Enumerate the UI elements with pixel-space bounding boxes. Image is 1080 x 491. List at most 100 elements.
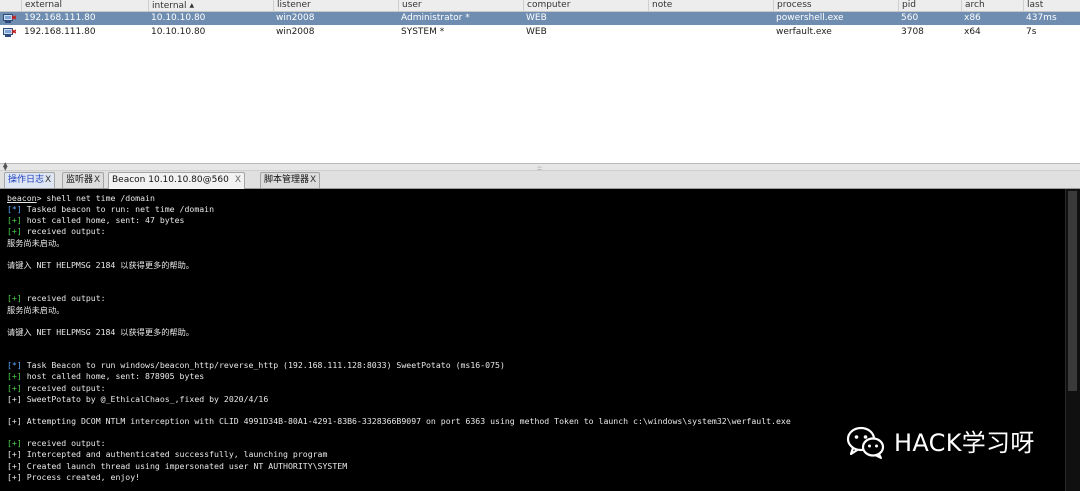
- console-line-tag: [+]: [7, 438, 22, 449]
- console-line-tag: [+]: [7, 460, 22, 471]
- console-line-tag: [+]: [7, 215, 22, 226]
- console-line-text: received output:: [21, 293, 106, 304]
- console-line: 请键入 NET HELPMSG 2184 以获得更多的帮助。: [7, 327, 194, 338]
- cell-process: powershell.exe: [776, 13, 844, 23]
- console-line: [+] received output:: [7, 226, 106, 237]
- column-header-computer[interactable]: computer: [523, 0, 648, 11]
- cell-internal: 10.10.10.80: [151, 13, 206, 23]
- console-line: beacon> shell net time /domain: [7, 193, 155, 204]
- pane-splitter[interactable]: ▲ ▼ ::::: [0, 162, 1080, 172]
- column-header-internal[interactable]: internal ▲: [148, 0, 273, 11]
- beacon-sessions-table: external internal ▲ listener user compute…: [0, 0, 1080, 163]
- column-header-last[interactable]: last: [1023, 0, 1080, 11]
- cell-pid: 560: [901, 13, 919, 23]
- console-line: [*] Task Beacon to run windows/beacon_ht…: [7, 360, 505, 371]
- console-line-text: Process created, enjoy!: [21, 471, 141, 482]
- console-line: [+] Intercepted and authenticated succes…: [7, 449, 327, 460]
- column-header-process[interactable]: process: [773, 0, 898, 11]
- console-line-text: Attempting DCOM NTLM interception with C…: [21, 416, 791, 426]
- console-line: 服务尚未启动。: [7, 238, 64, 249]
- console-line-tag: [+]: [7, 471, 22, 482]
- tab-bar: 操作日志X 监听器X Beacon 10.10.10.80@560 X 脚本管理器…: [0, 171, 1080, 189]
- console-line-text: Task Beacon to run windows/beacon_http/r…: [21, 360, 505, 371]
- cell-user: SYSTEM *: [401, 27, 445, 37]
- console-line: [*] Tasked beacon to run: net time /doma…: [7, 204, 214, 215]
- console-line: 服务尚未启动。: [7, 305, 64, 316]
- close-icon[interactable]: X: [310, 175, 316, 185]
- cell-external: 192.168.111.80: [24, 27, 96, 37]
- wechat-icon: [846, 426, 885, 459]
- console-line-tag: [*]: [7, 360, 22, 371]
- console-line-tag: [+]: [7, 416, 22, 426]
- cell-note: [648, 12, 651, 25]
- console-line: [+] received output:: [7, 383, 106, 394]
- beacon-session-icon: [3, 14, 16, 23]
- console-line-text: 请键入 NET HELPMSG 2184 以获得更多的帮助。: [7, 259, 194, 270]
- close-icon[interactable]: X: [94, 175, 100, 185]
- cell-last: 437ms: [1026, 13, 1057, 23]
- close-icon[interactable]: X: [45, 175, 51, 185]
- cell-internal: 10.10.10.80: [151, 27, 206, 37]
- console-line: [+] host called home, sent: 47 bytes: [7, 215, 184, 226]
- table-row[interactable]: 192.168.111.80 10.10.10.80 win2008 SYSTE…: [0, 26, 1080, 39]
- cell-arch: x64: [964, 27, 981, 37]
- cell-pid: 3708: [901, 27, 924, 37]
- cell-external: 192.168.111.80: [24, 13, 96, 23]
- column-header-arch[interactable]: arch: [961, 0, 1023, 11]
- splitter-arrows-icon[interactable]: ▲ ▼: [3, 162, 8, 172]
- cell-computer: WEB: [526, 13, 547, 23]
- cell-last: 7s: [1026, 27, 1037, 37]
- column-header-listener[interactable]: listener: [273, 0, 398, 11]
- tab-listeners[interactable]: 监听器X: [62, 172, 105, 188]
- cell-user: Administrator *: [401, 13, 470, 23]
- cell-listener: win2008: [276, 27, 315, 37]
- sort-ascending-icon: ▲: [189, 2, 195, 9]
- console-line-tag: [+]: [7, 371, 22, 382]
- console-line: [+] received output:: [7, 293, 106, 304]
- beacon-session-icon: [3, 28, 16, 37]
- watermark: HACK学习呀: [846, 423, 1056, 463]
- console-line-text: received output:: [21, 226, 106, 237]
- tab-event-log[interactable]: 操作日志X: [4, 172, 56, 188]
- console-line-text: 服务尚未启动。: [7, 237, 65, 248]
- cell-process: werfault.exe: [776, 27, 832, 37]
- cell-computer: WEB: [526, 27, 547, 37]
- console-line-text: received output:: [21, 382, 106, 393]
- console-line: [+] Process created, enjoy!: [7, 472, 140, 483]
- close-icon[interactable]: X: [235, 175, 241, 185]
- console-line-text: Intercepted and authenticated successful…: [21, 449, 328, 460]
- console-line-text: SweetPotato by @_EthicalChaos_,fixed by …: [21, 393, 269, 404]
- console-line-text: > shell net time /domain: [36, 193, 155, 203]
- console-line-text: 请键入 NET HELPMSG 2184 以获得更多的帮助。: [7, 326, 194, 337]
- console-line-text: host called home, sent: 47 bytes: [21, 215, 185, 226]
- column-header-external[interactable]: external: [21, 0, 148, 11]
- console-line-tag: [+]: [7, 382, 22, 393]
- scrollbar-thumb[interactable]: [1068, 191, 1077, 391]
- console-line-text: host called home, sent: 878905 bytes: [21, 371, 205, 382]
- table-row[interactable]: 192.168.111.80 10.10.10.80 win2008 Admin…: [0, 12, 1080, 25]
- console-line: [+] SweetPotato by @_EthicalChaos_,fixed…: [7, 394, 268, 405]
- console-line-text: received output:: [21, 438, 106, 449]
- console-line-text: 服务尚未启动。: [7, 304, 65, 315]
- console-line: [+] Attempting DCOM NTLM interception wi…: [7, 416, 791, 427]
- console-line-tag: [+]: [7, 293, 22, 304]
- console-line-tag: [+]: [7, 449, 22, 460]
- column-header-pid[interactable]: pid: [898, 0, 961, 11]
- console-line-text: Tasked beacon to run: net time /domain: [21, 204, 215, 215]
- console-line-text: Created launch thread using impersonated…: [21, 460, 348, 471]
- console-line: [+] host called home, sent: 878905 bytes: [7, 371, 204, 382]
- console-scrollbar[interactable]: [1065, 189, 1080, 491]
- watermark-text: HACK学习呀: [894, 429, 1035, 457]
- console-line: 请键入 NET HELPMSG 2184 以获得更多的帮助。: [7, 260, 194, 271]
- column-header-user[interactable]: user: [398, 0, 523, 11]
- column-header-note[interactable]: note: [648, 0, 773, 11]
- console-line-tag: [*]: [7, 204, 22, 215]
- console-line: [+] received output:: [7, 438, 106, 449]
- console-line-tag: [+]: [7, 393, 22, 404]
- tab-script-manager[interactable]: 脚本管理器X: [260, 172, 321, 188]
- cell-note: [648, 26, 651, 39]
- console-line-tag: [+]: [7, 226, 22, 237]
- cell-listener: win2008: [276, 13, 315, 23]
- console-prompt: beacon: [7, 193, 37, 203]
- tab-beacon[interactable]: Beacon 10.10.10.80@560 X: [108, 172, 245, 189]
